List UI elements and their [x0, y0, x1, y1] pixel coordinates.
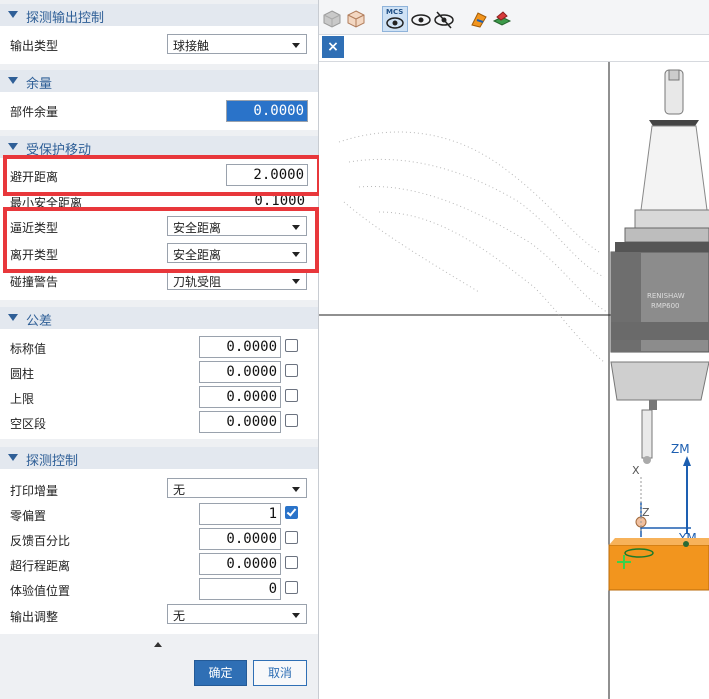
- section-body-stock: 部件余量 0.0000: [0, 92, 318, 130]
- print-increment-label: 打印增量: [10, 484, 59, 498]
- collision-warning-value: 刀轨受阻: [173, 275, 222, 289]
- viewport-tab-strip: [319, 35, 709, 62]
- experience-position-label: 体验值位置: [10, 584, 71, 598]
- chevron-down-icon: [292, 279, 300, 284]
- section-body-probe-output: 输出类型 球接触: [0, 26, 318, 64]
- print-increment-select[interactable]: 无: [167, 478, 307, 498]
- overtravel-distance-label: 超行程距离: [10, 559, 71, 573]
- output-type-value: 球接触: [173, 39, 210, 53]
- section-title: 余量: [26, 77, 53, 92]
- cylinder-input[interactable]: 0.0000: [199, 361, 281, 383]
- upper-limit-label: 上限: [10, 392, 35, 406]
- section-header-probe-output[interactable]: 探测输出控制: [0, 4, 318, 26]
- output-type-select[interactable]: 球接触: [167, 34, 307, 54]
- empty-segment-label: 空区段: [10, 417, 47, 431]
- probe-model-label: RMP600: [651, 302, 680, 310]
- collapse-up-icon[interactable]: [154, 642, 162, 647]
- collision-warning-label: 碰撞警告: [10, 275, 59, 289]
- zero-offset-label: 零偏置: [10, 509, 47, 523]
- section-title: 探测控制: [26, 454, 79, 469]
- highlight-box-clearance: [3, 155, 321, 196]
- mcs-display-icon[interactable]: MCS: [382, 6, 408, 32]
- layer-icon[interactable]: [491, 8, 513, 30]
- print-increment-value: 无: [173, 483, 186, 497]
- workpiece: [608, 538, 709, 591]
- output-type-label: 输出类型: [10, 39, 59, 53]
- cube-wire-icon[interactable]: [345, 8, 367, 30]
- experience-position-input[interactable]: 0: [199, 578, 281, 600]
- zero-offset-checkbox[interactable]: [285, 506, 298, 519]
- collapse-triangle-icon: [8, 143, 18, 150]
- part-stock-input[interactable]: 0.0000: [226, 100, 308, 122]
- overtravel-distance-checkbox[interactable]: [285, 556, 298, 569]
- section-title: 探测输出控制: [26, 11, 105, 26]
- mcs-label: MCS: [386, 8, 404, 16]
- chevron-down-icon: [292, 613, 300, 618]
- probe-assembly: [610, 69, 709, 464]
- part-stock-label: 部件余量: [10, 105, 59, 119]
- collapse-triangle-icon: [8, 454, 18, 461]
- view-toolbar: MCS: [319, 0, 709, 35]
- section-title: 公差: [26, 314, 53, 329]
- axis-label-x: X: [632, 464, 640, 477]
- feedback-percent-input[interactable]: 0.0000: [199, 528, 281, 550]
- section-header-stock[interactable]: 余量: [0, 70, 318, 92]
- section-body-probe-control: 打印增量 无 零偏置 1 反馈百分比 0.0000 超行程距离 0.0000 体…: [0, 469, 318, 634]
- probe-dialog: 探测输出控制 输出类型 球接触 余量 部件余量 0.0000 受保护移动 避开距…: [0, 0, 321, 699]
- empty-segment-input[interactable]: 0.0000: [199, 411, 281, 433]
- collision-warning-select[interactable]: 刀轨受阻: [167, 270, 307, 290]
- cylinder-checkbox[interactable]: [285, 364, 298, 377]
- close-icon[interactable]: ×: [322, 36, 344, 58]
- tool-path-trace: [338, 131, 608, 363]
- collapse-triangle-icon: [8, 11, 18, 18]
- output-adjust-label: 输出调整: [10, 610, 59, 624]
- upper-limit-input[interactable]: 0.0000: [199, 386, 281, 408]
- ok-button[interactable]: 确定: [194, 660, 247, 686]
- chevron-down-icon: [292, 487, 300, 492]
- probe-brand-label: RENISHAW: [647, 292, 685, 300]
- collapse-triangle-icon: [8, 314, 18, 321]
- nominal-checkbox[interactable]: [285, 339, 298, 352]
- zero-offset-input[interactable]: 1: [199, 503, 281, 525]
- viewport-scene: RENISHAW RMP600 ZM YM X Z: [319, 62, 709, 699]
- upper-limit-checkbox[interactable]: [285, 389, 298, 402]
- eye-hide-icon[interactable]: [433, 8, 455, 30]
- section-body-tolerance: 标称值 0.0000 圆柱 0.0000 上限 0.0000 空区段 0.000…: [0, 329, 318, 439]
- experience-position-checkbox[interactable]: [285, 581, 298, 594]
- nominal-input[interactable]: 0.0000: [199, 336, 281, 358]
- feedback-percent-checkbox[interactable]: [285, 531, 298, 544]
- cancel-button[interactable]: 取消: [253, 660, 307, 686]
- output-adjust-select[interactable]: 无: [167, 604, 307, 624]
- tool-path-icon[interactable]: [469, 8, 491, 30]
- chevron-down-icon: [292, 43, 300, 48]
- feedback-percent-label: 反馈百分比: [10, 534, 71, 548]
- collapse-triangle-icon: [8, 77, 18, 84]
- cube-shaded-icon[interactable]: [321, 8, 343, 30]
- section-header-tolerance[interactable]: 公差: [0, 307, 318, 329]
- empty-segment-checkbox[interactable]: [285, 414, 298, 427]
- cylinder-label: 圆柱: [10, 367, 35, 381]
- highlight-box-approach-depart: [3, 207, 319, 273]
- section-header-probe-control[interactable]: 探测控制: [0, 447, 318, 469]
- nominal-label: 标称值: [10, 342, 47, 356]
- overtravel-distance-input[interactable]: 0.0000: [199, 553, 281, 575]
- eye-show-icon[interactable]: [410, 8, 432, 30]
- graphics-viewport[interactable]: RENISHAW RMP600 ZM YM X Z: [319, 62, 709, 699]
- output-adjust-value: 无: [173, 609, 186, 623]
- axis-label-zm: ZM: [671, 442, 690, 456]
